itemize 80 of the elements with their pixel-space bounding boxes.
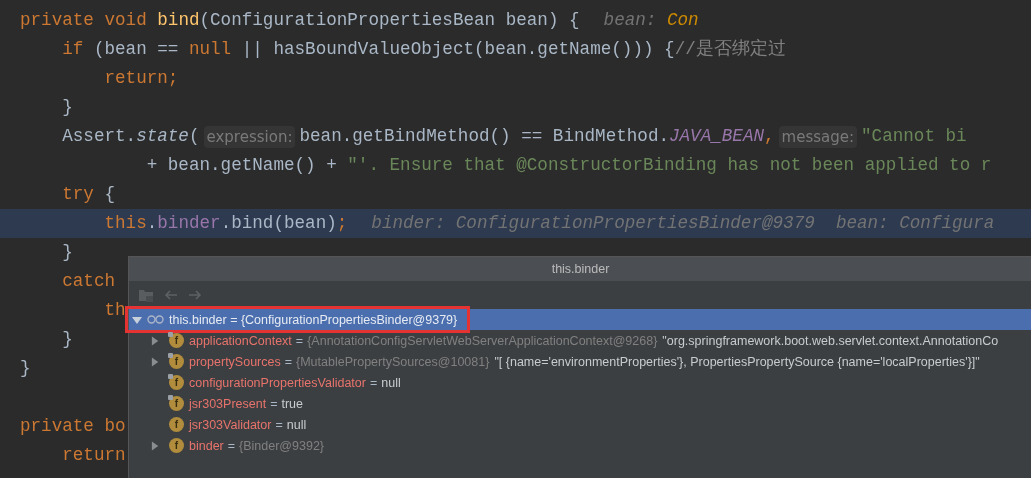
code-text: || hasBoundValueObject(bean.getName())) { (241, 38, 675, 61)
keyword: return; (103, 67, 179, 90)
code-text: { (104, 183, 116, 206)
equals-sign: = (275, 417, 283, 432)
field-icon: f (169, 354, 184, 369)
keyword: this (103, 212, 147, 235)
field-icon: f (169, 375, 184, 390)
field-name: jsr303Validator (189, 417, 272, 432)
field-type: {AnnotationConfigServletWebServerApplicationContext@9268} (307, 333, 658, 348)
field-name: jsr303Present (189, 396, 267, 411)
code-text: . (146, 212, 158, 235)
code-comment: //是否绑定过 (674, 38, 786, 61)
code-text: Assert. (61, 125, 137, 148)
keyword: ; (336, 212, 348, 235)
equals-sign: = (227, 438, 236, 453)
field-value: "org.springframework.boot.web.servlet.context.AnnotationCo (662, 333, 999, 348)
field-value: null (286, 417, 307, 432)
field-icon: f (169, 333, 184, 348)
keyword: th (103, 299, 126, 322)
field-type: {Binder@9392} (239, 438, 325, 453)
code-text: } (61, 328, 73, 351)
code-text: (bean == (93, 38, 180, 61)
popup-title: this.binder (551, 262, 610, 276)
expand-arrow-icon[interactable] (151, 335, 160, 346)
debug-value: bean: (603, 9, 658, 32)
equals-sign: = (284, 354, 293, 369)
keyword: private bo (20, 415, 126, 438)
keyword: private void (20, 9, 148, 32)
equals-sign: = (295, 333, 304, 348)
keyword: if (61, 38, 85, 61)
field-name: binder (189, 438, 224, 453)
field-name: propertySources (189, 354, 281, 369)
code-text: } (61, 96, 73, 119)
code-text: ( (188, 125, 200, 148)
keyword: , (764, 125, 775, 148)
expand-arrow-icon[interactable] (151, 356, 160, 367)
tree-row[interactable]: f propertySources = {MutablePropertySources@10081} "[ {name='environmentProperties'}, PropertiesPropertySource {name='localProperties'}]" (129, 351, 1031, 372)
parameter-hint: message: (778, 125, 858, 148)
debug-value: binder: ConfigurationPropertiesBinder@9379 bean: Configura (371, 212, 995, 235)
keyword: null (188, 38, 233, 61)
back-arrow-icon[interactable] (164, 289, 178, 301)
field-value: "[ {name='environmentProperties'}, PropertiesPropertySource {name='localProperties'}]" (494, 354, 980, 369)
collapse-arrow-icon[interactable] (132, 314, 142, 325)
constant-name: JAVA_BEAN (669, 125, 765, 148)
tree-row[interactable]: f jsr303Validator = null (129, 414, 1031, 435)
parameter-hint: expression: (203, 125, 296, 148)
code-text: } (61, 241, 73, 264)
field-icon: f (169, 417, 184, 432)
debug-value: Con (666, 9, 699, 32)
glasses-icon (147, 315, 164, 324)
tree-row[interactable]: f configurationPropertiesValidator = null (129, 372, 1031, 393)
code-text: .bind(bean) (220, 212, 337, 235)
equals-sign: = (270, 396, 278, 411)
expand-arrow-icon[interactable] (151, 440, 160, 451)
variable-label: this.binder = {ConfigurationPropertiesBinder@9379} (169, 312, 458, 327)
code-text: (ConfigurationPropertiesBean bean) { (199, 9, 580, 32)
tree-row[interactable]: f binder = {Binder@9392} (129, 435, 1031, 456)
field-value: true (281, 396, 303, 411)
tree-row[interactable]: f applicationContext = {AnnotationConfigServletWebServerApplicationContext@9268} "org.springframework.boot.web.servlet.context.AnnotationCo (129, 330, 1031, 351)
field-icon: f (169, 396, 184, 411)
method-name: bind (157, 9, 200, 32)
code-text: } (20, 357, 31, 380)
code-text: + bean.getName() + (145, 154, 338, 177)
field-type: {MutablePropertySources@10081} (296, 354, 490, 369)
tree-row[interactable]: f jsr303Present = true (129, 393, 1031, 414)
string-literal: "Cannot bi (861, 125, 967, 148)
field-value: null (381, 375, 401, 390)
code-text: bean.getBindMethod() == BindMethod. (299, 125, 669, 148)
equals-sign: = (369, 375, 378, 390)
field-name: applicationContext (189, 333, 292, 348)
field-icon: f (169, 438, 184, 453)
field-name: binder (157, 212, 221, 235)
forward-arrow-icon[interactable] (188, 289, 202, 301)
keyword: catch (61, 270, 116, 293)
keyword: return (61, 444, 126, 467)
string-literal: "'. Ensure that @ConstructorBinding has not been applied to r (347, 154, 992, 177)
method-name: state (136, 125, 189, 148)
folder-icon[interactable] (138, 288, 154, 302)
keyword: try (61, 183, 95, 206)
field-name: configurationPropertiesValidator (189, 375, 366, 390)
